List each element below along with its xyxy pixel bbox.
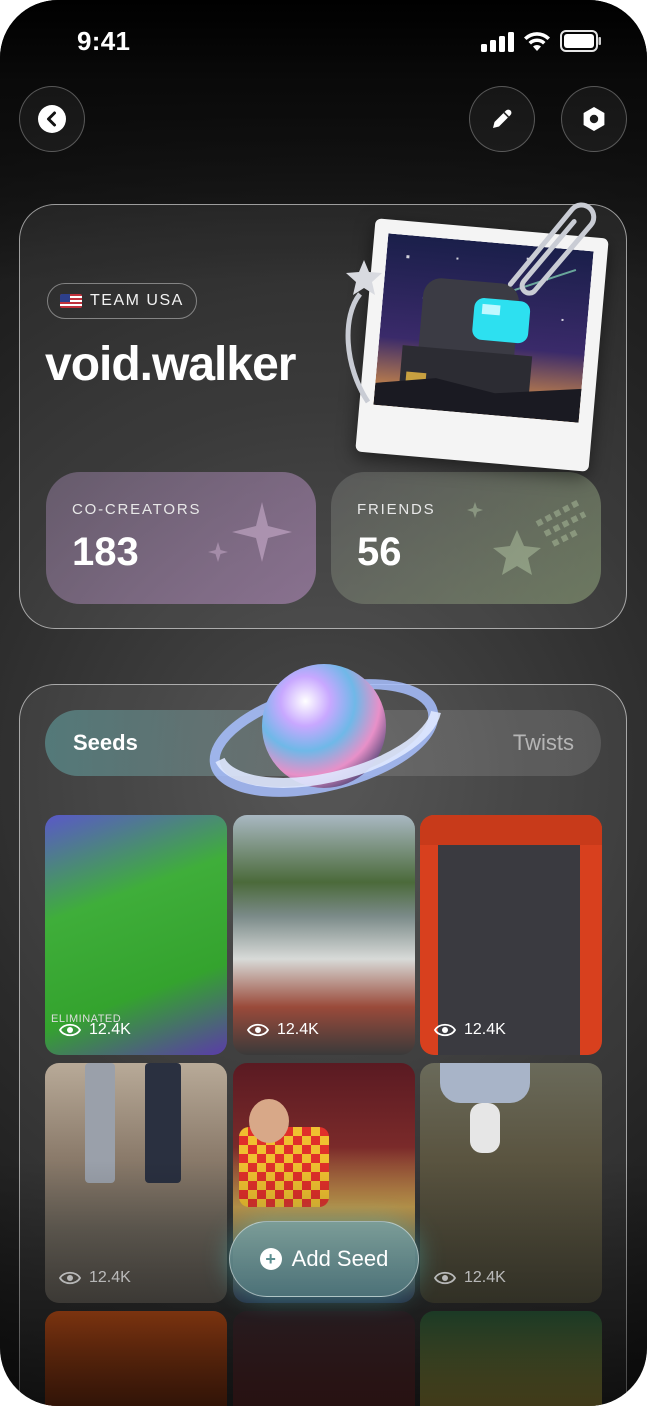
eye-icon	[434, 1271, 456, 1285]
seed-tile[interactable]: 12.4K	[420, 815, 602, 1055]
plus-icon: +	[259, 1248, 282, 1270]
paperclip-icon	[507, 202, 597, 296]
status-bar: 9:41	[0, 0, 647, 80]
friends-stat[interactable]: FRIENDS 56	[331, 472, 601, 604]
eye-icon	[59, 1023, 81, 1037]
tab-twists[interactable]: Twists	[513, 730, 574, 756]
friends-label: FRIENDS	[357, 501, 436, 518]
sparkle-icon	[208, 502, 292, 562]
co-creators-label: CO-CREATORS	[72, 501, 202, 518]
team-label: TEAM USA	[90, 292, 184, 309]
seed-tile[interactable]: 12.4K	[45, 1063, 227, 1303]
edit-icon	[493, 109, 512, 128]
edit-button[interactable]	[469, 86, 535, 152]
phone-screen: 9:41 TEAM USA void.walker CO-CREATORS 18…	[0, 0, 647, 1406]
add-seed-button[interactable]: + Add Seed	[229, 1221, 419, 1297]
friends-count: 56	[357, 530, 402, 574]
eye-icon	[59, 1271, 81, 1285]
eye-icon	[434, 1023, 456, 1037]
seed-tile[interactable]: 12.4K	[233, 815, 415, 1055]
cellular-signal-icon	[481, 32, 515, 52]
view-count: 12.4K	[59, 1269, 131, 1287]
team-badge[interactable]: TEAM USA	[47, 283, 197, 319]
tab-seeds[interactable]: Seeds	[73, 730, 138, 756]
star-keychain-icon	[345, 260, 382, 404]
star-icon	[467, 499, 587, 575]
us-flag-icon	[60, 294, 82, 308]
username: void.walker	[45, 338, 296, 391]
settings-icon	[583, 107, 605, 131]
planet-icon	[209, 664, 441, 797]
co-creators-stat[interactable]: CO-CREATORS 183	[46, 472, 316, 604]
battery-icon	[560, 30, 601, 52]
view-count: 12.4K	[59, 1021, 131, 1039]
back-icon	[38, 105, 66, 133]
seed-tile[interactable]: ELIMINATED 12.4K	[45, 815, 227, 1055]
seed-tile[interactable]	[45, 1311, 227, 1406]
seed-tile[interactable]	[233, 1311, 415, 1406]
view-count: 12.4K	[434, 1269, 506, 1287]
view-count: 12.4K	[247, 1021, 319, 1039]
seed-tile[interactable]: 12.4K	[420, 1063, 602, 1303]
seed-tile[interactable]	[420, 1311, 602, 1406]
add-seed-label: Add Seed	[291, 1246, 389, 1271]
view-count: 12.4K	[434, 1021, 506, 1039]
wifi-icon	[524, 32, 550, 51]
settings-button[interactable]	[561, 86, 627, 152]
status-time: 9:41	[77, 26, 131, 56]
co-creators-count: 183	[72, 530, 139, 574]
eye-icon	[247, 1023, 269, 1037]
avatar-polaroid[interactable]	[355, 202, 609, 472]
back-button[interactable]	[19, 86, 85, 152]
